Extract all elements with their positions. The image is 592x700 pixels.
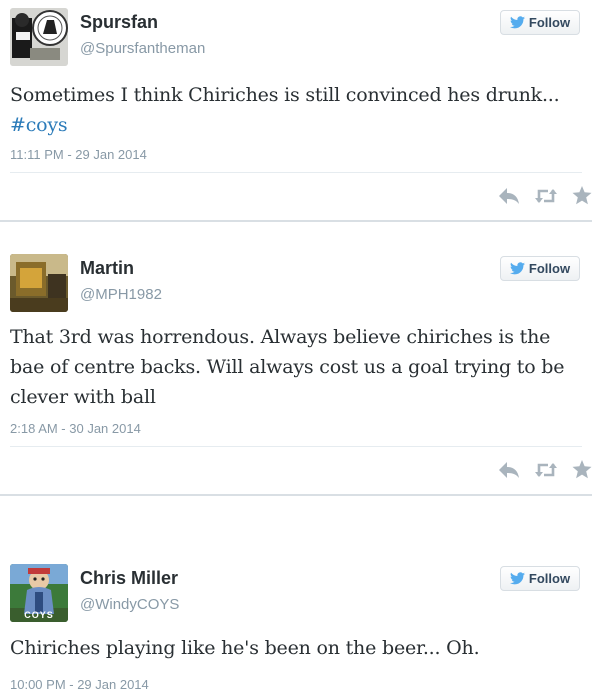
tweet-card: COYS Chris Miller @WindyCOYS Follow Chir… xyxy=(0,496,592,700)
user-name[interactable]: Spursfan xyxy=(80,12,158,33)
tweet-actions xyxy=(498,460,592,479)
user-handle[interactable]: @MPH1982 xyxy=(80,286,162,303)
avatar[interactable] xyxy=(10,8,68,66)
tweet-timestamp[interactable]: 11:11 PM - 29 Jan 2014 xyxy=(10,147,147,162)
tweet-text-line: clever with ball xyxy=(10,386,156,408)
retweet-icon[interactable] xyxy=(534,187,558,205)
tweet-text: Chiriches playing like he's been on the … xyxy=(10,633,585,663)
twitter-bird-icon xyxy=(509,16,525,29)
divider xyxy=(10,446,582,447)
tweet-timestamp[interactable]: 10:00 PM - 29 Jan 2014 xyxy=(10,677,149,692)
twitter-bird-icon xyxy=(509,572,525,585)
avatar[interactable] xyxy=(10,254,68,312)
tweet-text-line: bae of centre backs. Will always cost us… xyxy=(10,356,565,378)
tweet-text: Sometimes I think Chiriches is still con… xyxy=(10,80,585,140)
tweet-timestamp[interactable]: 2:18 AM - 30 Jan 2014 xyxy=(10,421,141,436)
divider xyxy=(10,172,582,173)
user-handle[interactable]: @Spursfantheman xyxy=(80,40,205,57)
tweet-text: That 3rd was horrendous. Always believe … xyxy=(10,322,585,412)
twitter-bird-icon xyxy=(509,262,525,275)
follow-button[interactable]: Follow xyxy=(500,566,580,591)
retweet-icon[interactable] xyxy=(534,461,558,479)
avatar-caption: COYS xyxy=(24,610,54,620)
follow-label: Follow xyxy=(528,261,571,276)
follow-button[interactable]: Follow xyxy=(500,10,580,35)
hashtag-link[interactable]: #coys xyxy=(10,110,585,140)
user-name[interactable]: Martin xyxy=(80,258,134,279)
avatar[interactable]: COYS xyxy=(10,564,68,622)
follow-label: Follow xyxy=(528,15,571,30)
user-handle[interactable]: @WindyCOYS xyxy=(80,596,179,613)
follow-label: Follow xyxy=(528,571,571,586)
star-icon[interactable] xyxy=(572,186,592,205)
tweet-text-line: Chiriches playing like he's been on the … xyxy=(10,637,480,659)
reply-icon[interactable] xyxy=(498,187,520,205)
tweet-text-line: That 3rd was horrendous. Always believe … xyxy=(10,326,551,348)
tweet-text-line: Sometimes I think Chiriches is still con… xyxy=(10,84,560,106)
star-icon[interactable] xyxy=(572,460,592,479)
tweet-card: Martin @MPH1982 Follow That 3rd was horr… xyxy=(0,222,592,494)
tweet-actions xyxy=(498,186,592,205)
follow-button[interactable]: Follow xyxy=(500,256,580,281)
user-name[interactable]: Chris Miller xyxy=(80,568,178,589)
tweet-card: Spursfan @Spursfantheman Follow Sometime… xyxy=(0,0,592,220)
reply-icon[interactable] xyxy=(498,461,520,479)
